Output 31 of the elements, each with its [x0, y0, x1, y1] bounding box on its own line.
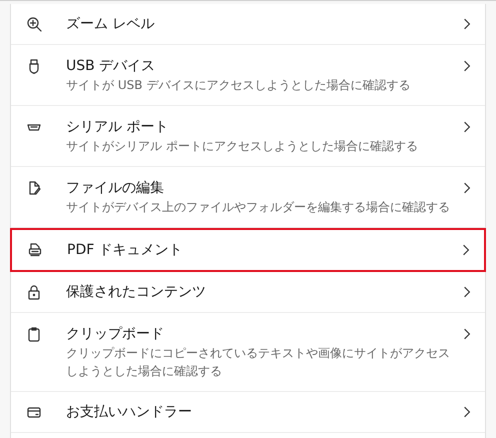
settings-row[interactable]: お支払いハンドラー [11, 392, 485, 433]
row-description: クリップボードにコピーされているテキストや画像にサイトがアクセスしようとした場合に確認する [66, 345, 451, 380]
row-title: クリップボード [66, 325, 165, 344]
row-title: ズーム レベル [66, 15, 156, 34]
clipboard-icon [26, 326, 42, 342]
settings-row[interactable]: USB デバイス サイトが USB デバイスにアクセスしようとした場合に確認する [11, 45, 485, 106]
zoom-in-icon [26, 16, 42, 32]
row-description: サイトがシリアル ポートにアクセスしようとした場合に確認する [66, 138, 419, 155]
chevron-right-icon [463, 59, 471, 73]
settings-row[interactable]: ファイルの編集 サイトがデバイス上のファイルやフォルダーを編集する場合に確認する [11, 167, 485, 228]
row-title: 保護されたコンテンツ [66, 283, 207, 302]
settings-row[interactable]: ズーム レベル [11, 4, 485, 45]
chevron-right-icon [462, 243, 470, 257]
settings-row[interactable]: シリアル ポート サイトがシリアル ポートにアクセスしようとした場合に確認する [11, 106, 485, 167]
chevron-right-icon [463, 181, 471, 195]
row-title: USB デバイス [66, 57, 156, 76]
row-title: シリアル ポート [66, 118, 170, 137]
settings-row[interactable]: クリップボード クリップボードにコピーされているテキストや画像にサイトがアクセスしようとした場合に確認する [11, 313, 485, 392]
chevron-right-icon [463, 120, 471, 134]
row-title: PDF ドキュメント [67, 241, 184, 260]
chevron-right-icon [463, 327, 471, 341]
row-title: お支払いハンドラー [66, 403, 193, 422]
row-description: サイトがデバイス上のファイルやフォルダーを編集する場合に確認する [66, 199, 451, 216]
chevron-right-icon [463, 285, 471, 299]
row-title: ファイルの編集 [66, 179, 165, 198]
lock-icon [26, 284, 42, 300]
row-description: サイトが USB デバイスにアクセスしようとした場合に確認する [66, 77, 412, 94]
chevron-right-icon [463, 405, 471, 419]
chevron-right-icon [463, 17, 471, 31]
settings-row[interactable]: 保護されたコンテンツ [11, 272, 485, 313]
settings-row[interactable]: PDF ドキュメント [10, 228, 486, 272]
